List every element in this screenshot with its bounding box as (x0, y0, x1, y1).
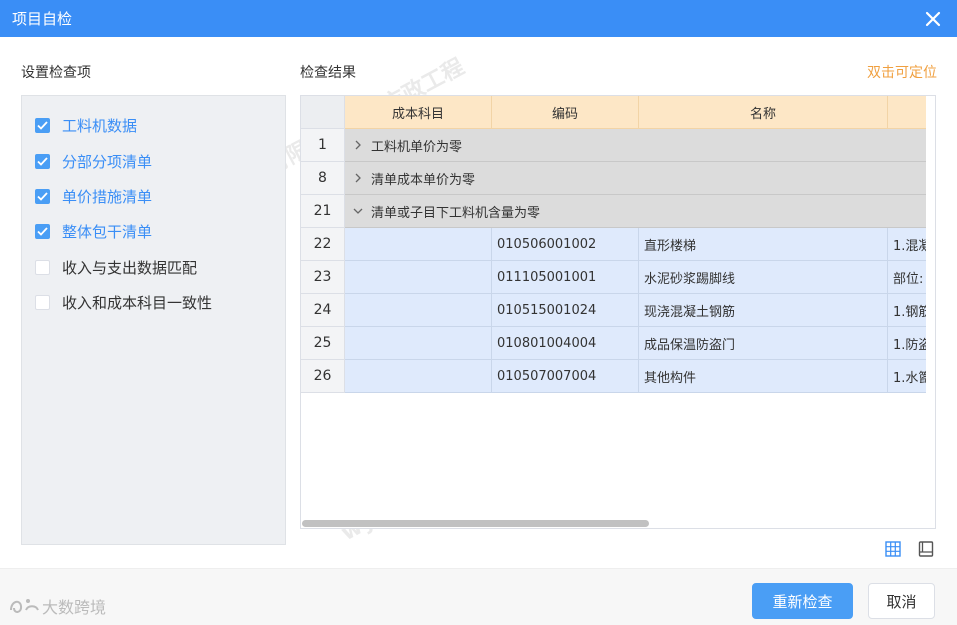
chevron-right-icon[interactable] (351, 173, 365, 183)
cell-description[interactable]: 1.水篦 (888, 360, 926, 393)
cell-name[interactable]: 成品保温防盗门 (639, 327, 888, 360)
chevron-right-icon[interactable] (351, 140, 365, 150)
grid-view-icon[interactable] (884, 540, 902, 558)
row-number: 24 (301, 294, 345, 327)
group-label: 清单成本单价为零 (371, 172, 476, 188)
check-item-sub-items[interactable]: 分部分项清单 (22, 143, 285, 178)
check-item-label: 工料机数据 (62, 117, 138, 136)
cell-code[interactable]: 010506001002 (492, 228, 639, 261)
group-label: 清单或子目下工料机含量为零 (371, 205, 541, 221)
check-icon (37, 121, 48, 130)
group-row[interactable]: 工料机单价为零 (345, 129, 926, 162)
row-number: 1 (301, 129, 345, 162)
check-item-subject-consistency[interactable]: 收入和成本科目一致性 (22, 285, 285, 320)
row-number: 26 (301, 360, 345, 393)
book-view-icon[interactable] (917, 540, 935, 558)
locate-hint: 双击可定位 (867, 65, 937, 81)
settings-section-title: 设置检查项 (21, 65, 91, 81)
title-bar: 项目自检 (0, 0, 957, 37)
cell-subject[interactable] (345, 360, 492, 393)
chevron-down-icon[interactable] (351, 207, 365, 215)
row-number: 8 (301, 162, 345, 195)
checkbox-unchecked[interactable] (35, 295, 50, 311)
cell-name[interactable]: 直形楼梯 (639, 228, 888, 261)
check-items-panel: 工料机数据 分部分项清单 单价措施清单 整体包干清单 收入与支出数据匹配 收入和… (21, 95, 286, 545)
brand-logo-text: 大数跨境 (42, 598, 107, 617)
recheck-button[interactable]: 重新检查 (752, 583, 853, 619)
checkbox-checked[interactable] (35, 118, 50, 134)
cell-subject[interactable] (345, 294, 492, 327)
project-self-check-dialog: 五冶集团上海有限公司交通市政工程 五冶集团上海有限公司交通市政工程 wy05@s… (0, 0, 957, 625)
cell-code[interactable]: 010507007004 (492, 360, 639, 393)
check-item-label: 单价措施清单 (62, 187, 153, 206)
row-number: 21 (301, 195, 345, 228)
cancel-button[interactable]: 取消 (868, 583, 935, 619)
cell-subject[interactable] (345, 228, 492, 261)
check-item-label: 收入和成本科目一致性 (62, 294, 213, 313)
row-number: 23 (301, 261, 345, 294)
check-item-unit-measures[interactable]: 单价措施清单 (22, 179, 285, 214)
cell-name[interactable]: 现浇混凝土钢筋 (639, 294, 888, 327)
column-header-code[interactable]: 编码 (492, 96, 639, 129)
check-icon (37, 192, 48, 201)
horizontal-scrollbar[interactable] (302, 520, 649, 527)
close-icon[interactable] (921, 7, 945, 31)
check-icon (37, 227, 48, 237)
cell-name[interactable]: 水泥砂浆踢脚线 (639, 261, 888, 294)
check-item-label: 分部分项清单 (62, 152, 153, 171)
grid-corner-header (301, 96, 345, 129)
check-item-material-data[interactable]: 工料机数据 (22, 108, 285, 143)
cell-subject[interactable] (345, 327, 492, 360)
cell-code[interactable]: 010801004004 (492, 327, 639, 360)
checkbox-unchecked[interactable] (35, 259, 50, 275)
cell-description[interactable]: 1.混凝 (888, 228, 926, 261)
column-header-name[interactable]: 名称 (639, 96, 888, 129)
check-icon (37, 156, 48, 166)
cell-code[interactable]: 011105001001 (492, 261, 639, 294)
cell-code[interactable]: 010515001024 (492, 294, 639, 327)
logo-icon (10, 599, 39, 613)
dialog-title: 项目自检 (12, 10, 73, 28)
cell-description[interactable]: 部位: (888, 261, 926, 294)
check-item-label: 收入与支出数据匹配 (62, 258, 198, 277)
results-grid[interactable]: 成本科目 编码 名称 1 工料机单价为零 8 清单成本单价为零 21 清单或子目… (300, 95, 936, 529)
checkbox-checked[interactable] (35, 224, 50, 240)
checkbox-checked[interactable] (35, 188, 50, 204)
check-item-income-expense-match[interactable]: 收入与支出数据匹配 (22, 250, 285, 285)
brand-logo: 大数跨境 (8, 594, 106, 618)
group-row[interactable]: 清单成本单价为零 (345, 162, 926, 195)
group-label: 工料机单价为零 (371, 139, 463, 155)
cell-name[interactable]: 其他构件 (639, 360, 888, 393)
group-row[interactable]: 清单或子目下工料机含量为零 (345, 195, 926, 228)
results-section-title: 检查结果 (300, 65, 356, 81)
cell-subject[interactable] (345, 261, 492, 294)
cell-description[interactable]: 1.钢筋 (888, 294, 926, 327)
row-number: 22 (301, 228, 345, 261)
check-item-label: 整体包干清单 (62, 223, 153, 242)
check-item-lump-sum[interactable]: 整体包干清单 (22, 214, 285, 249)
cell-description[interactable]: 1.防盗 (888, 327, 926, 360)
column-header-description[interactable] (888, 96, 926, 129)
column-header-subject[interactable]: 成本科目 (345, 96, 492, 129)
checkbox-checked[interactable] (35, 153, 50, 169)
row-number: 25 (301, 327, 345, 360)
